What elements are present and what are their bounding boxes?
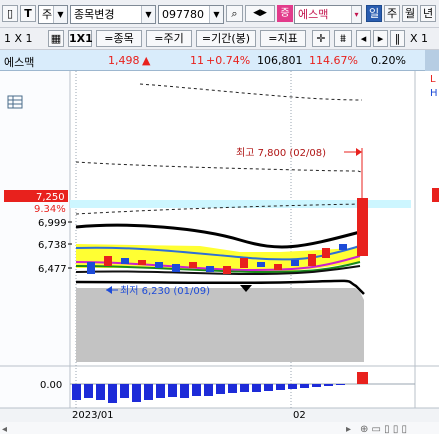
- up-arrow-icon: ▲: [142, 54, 151, 67]
- stock-sync-button[interactable]: =종목: [96, 30, 142, 47]
- oscillator-up-bar: [357, 372, 368, 384]
- current-price-label: 7,250: [36, 192, 65, 203]
- candle: [308, 254, 316, 266]
- secondary-toolbar: 1 X 1 ▦ 1X1 =종목 =주기 =기간(봉) =지표 ✛ ⩩ ◂ ▸ ‖…: [0, 28, 439, 50]
- stock-code-input[interactable]: 097780 ▼: [158, 5, 224, 24]
- play-icon[interactable]: ▸: [373, 30, 388, 47]
- info-change: 11: [190, 54, 204, 67]
- stock-badge: 증: [277, 5, 293, 22]
- chevron-down-icon: ▼: [209, 6, 223, 23]
- range-sync-button[interactable]: =기간(봉): [196, 30, 256, 47]
- chevron-down-icon: ▼: [141, 6, 155, 23]
- layout-label[interactable]: 1 X 1: [4, 30, 42, 47]
- period-day-tab[interactable]: 일: [366, 5, 382, 22]
- candle: [274, 264, 282, 270]
- candle: [87, 262, 95, 274]
- pin-icon[interactable]: ▯: [2, 5, 18, 22]
- right-edge-label: H: [430, 88, 438, 99]
- candle: [206, 266, 214, 272]
- candle: [291, 260, 299, 266]
- price-chart[interactable]: 최저 6,230 (01/09) 최고 7,800 (02/08) 7,250 …: [0, 71, 439, 434]
- layout-1x1-button[interactable]: 1X1: [68, 30, 93, 47]
- right-edge-label: L: [430, 74, 436, 85]
- scroll-left-icon[interactable]: ◂: [356, 30, 371, 47]
- candle: [223, 266, 231, 274]
- candle: [189, 262, 197, 268]
- search-icon[interactable]: ⌕: [226, 5, 243, 22]
- main-toolbar: ▯ T 주 ▼ 종목변경 ▼ 097780 ▼ ⌕ ◀▶ 증 에스맥 ▾ 일 주…: [0, 0, 439, 28]
- sound-icon[interactable]: ◀▶: [245, 5, 275, 22]
- zoom-icon: ⊕ ▭ ▯ ▯ ▯: [360, 424, 407, 434]
- chevron-down-icon: ▾: [351, 6, 361, 23]
- layout-right-label[interactable]: X 1: [410, 30, 438, 47]
- info-volume-ratio: 114.67%: [309, 54, 358, 67]
- candle: [138, 260, 146, 265]
- candle: [322, 248, 330, 258]
- x-axis-label: 2023/01: [72, 410, 114, 421]
- candle: [172, 264, 180, 272]
- grid-icon[interactable]: ▦: [48, 30, 64, 47]
- y-tick-label: 6,999: [38, 218, 67, 229]
- search-mode-label: 종목변경: [74, 8, 115, 21]
- cycle-sync-button[interactable]: =주기: [146, 30, 192, 47]
- zero-label: 0.00: [40, 380, 62, 391]
- info-volume: 106,801: [257, 54, 303, 67]
- crosshair-icon[interactable]: ✛: [312, 30, 330, 47]
- candle: [339, 244, 347, 250]
- market-select[interactable]: 주 ▼: [38, 5, 68, 24]
- info-change-pct: +0.74%: [206, 54, 251, 67]
- search-mode-select[interactable]: 종목변경 ▼: [70, 5, 156, 24]
- stock-code-value: 097780: [162, 8, 204, 21]
- candle: [155, 262, 163, 268]
- y-tick-label: 6,738: [38, 240, 67, 251]
- bars-icon[interactable]: ⩩: [334, 30, 352, 47]
- candle: [104, 256, 112, 266]
- candle: [257, 262, 265, 267]
- info-stock-name: 에스맥: [4, 56, 35, 69]
- period-week-tab[interactable]: 주: [384, 5, 400, 22]
- stock-name-field[interactable]: 에스맥 ▾: [294, 5, 362, 24]
- gray-region: [76, 288, 364, 362]
- scroll-left-icon: ◂: [2, 424, 7, 434]
- info-turnover: 0.20%: [371, 54, 406, 67]
- high-annotation: 최고 7,800 (02/08): [236, 147, 326, 159]
- candle-last: [357, 198, 368, 256]
- period-month-tab[interactable]: 월: [402, 5, 418, 22]
- low-annotation: 최저 6,230 (01/09): [120, 285, 210, 297]
- current-pct-label: 9.34%: [34, 204, 66, 215]
- stock-name-label: 에스맥: [298, 8, 329, 21]
- quote-info-bar: 에스맥 1,498 ▲ 11 +0.74% 106,801 114.67% 0.…: [0, 50, 439, 71]
- candle: [121, 258, 129, 264]
- scroll-right-icon: ▸: [346, 424, 351, 434]
- chevron-down-icon: ▼: [53, 6, 67, 23]
- market-label: 주: [42, 8, 53, 21]
- pause-icon[interactable]: ‖: [390, 30, 405, 47]
- x-axis-label: 02: [293, 410, 306, 421]
- period-year-tab[interactable]: 년: [420, 5, 436, 22]
- y-tick-label: 6,477: [38, 264, 67, 275]
- info-price: 1,498: [108, 54, 140, 67]
- info-scroll-stub[interactable]: [425, 50, 439, 71]
- candle: [240, 258, 248, 268]
- text-tool-icon[interactable]: T: [20, 5, 36, 22]
- indicator-sync-button[interactable]: =지표: [260, 30, 306, 47]
